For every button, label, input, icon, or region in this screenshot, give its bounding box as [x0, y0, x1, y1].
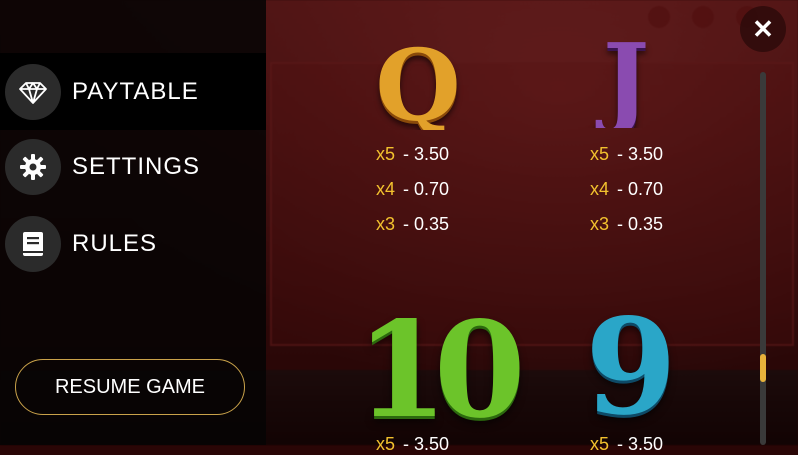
paytable-scrollbar[interactable]	[760, 72, 766, 445]
payout-value: - 3.50	[617, 144, 664, 164]
payout-multiplier: x5	[590, 434, 610, 454]
payout-row: x4 - 0.70	[376, 179, 449, 200]
menu-item-settings[interactable]: SETTINGS	[0, 128, 266, 205]
paytable-panel: Q J x5- 3.50 x4- 0.70 x3- 0.35 x5- 3.50 …	[266, 0, 798, 454]
payout-row: x3 - 0.35	[590, 214, 663, 235]
payout-multiplier: x5	[376, 144, 396, 164]
payout-multiplier: x4	[590, 179, 610, 199]
payout-multiplier: x3	[376, 214, 396, 234]
diamond-icon	[5, 63, 61, 120]
symbol-10: 10	[356, 293, 526, 448]
menu-item-label: RULES	[72, 229, 158, 257]
gear-icon	[5, 138, 61, 195]
close-icon[interactable]: ✕	[740, 6, 786, 52]
symbol-j: J	[602, 32, 650, 128]
payout-value: - 3.50	[403, 434, 450, 454]
symbol-q: Q	[375, 38, 461, 130]
payout-value: - 0.35	[403, 214, 450, 234]
resume-game-button[interactable]: RESUME GAME	[15, 359, 245, 415]
payout-multiplier: x5	[590, 144, 610, 164]
menu-item-rules[interactable]: RULES	[0, 205, 266, 282]
payout-value: - 0.70	[403, 179, 450, 199]
payout-multiplier: x4	[376, 179, 396, 199]
menu-item-label: PAYTABLE	[72, 77, 199, 105]
payout-value: - 0.35	[617, 214, 664, 234]
menu-item-label: SETTINGS	[72, 152, 201, 180]
payout-value: - 3.50	[403, 144, 450, 164]
scrollbar-thumb[interactable]	[760, 354, 766, 382]
payout-value: - 0.70	[617, 179, 664, 199]
payout-row: x4 - 0.70	[590, 179, 663, 200]
payout-value: - 3.50	[617, 434, 664, 454]
payout-row: x5 - 3.50	[590, 144, 663, 165]
symbol-9: 9	[585, 290, 677, 445]
payout-multiplier: x5	[376, 434, 396, 454]
book-icon	[5, 215, 61, 272]
side-menu: PAYTABLE SETTINGS RULES RESUME GAME	[0, 0, 266, 445]
payout-row: x3 - 0.35	[376, 214, 449, 235]
payout-multiplier: x3	[590, 214, 610, 234]
menu-item-paytable[interactable]: PAYTABLE	[0, 53, 266, 130]
payout-row: x5 - 3.50	[376, 144, 449, 165]
